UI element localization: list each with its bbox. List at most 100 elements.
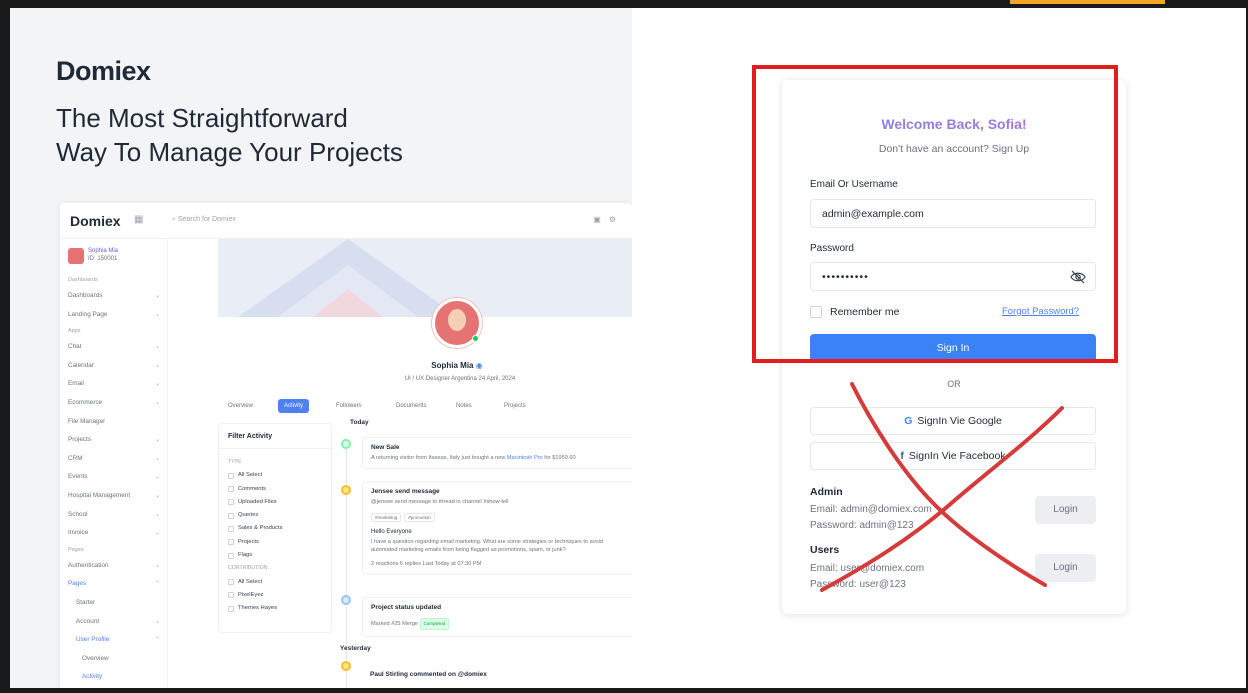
sidebar-item[interactable]: File Manager [68,413,164,432]
sidebar-item[interactable]: Account ⌄ [68,613,164,632]
preview-user-id: ID: 150001 [88,256,118,262]
feed-card-sub: @jensee send message to thread in channe… [371,499,509,505]
filter-option[interactable]: Queries [228,509,328,522]
sidebar-item[interactable]: School ⌄ [68,506,164,525]
sidebar-item[interactable]: Followers [68,687,164,688]
tab-overview[interactable]: Overview [228,399,253,413]
filter-option[interactable]: Projects [228,536,328,549]
google-signin-button[interactable]: G SignIn Vie Google [810,407,1096,435]
sidebar-item[interactable]: Pages ⌃ [68,575,164,594]
filter-checkbox[interactable] [228,605,234,612]
sidebar-item[interactable]: Ecommerce ⌄ [68,394,164,413]
password-field[interactable] [810,262,1096,291]
or-divider: OR [947,379,961,389]
sidebar-item[interactable]: Email ⌄ [68,375,164,394]
preview-search: ⌕ Search for Domiex [172,216,236,224]
sidebar-item[interactable]: Starter [68,594,164,613]
tab-documents[interactable]: Documents [396,399,426,413]
sidebar-item[interactable]: Invoice ⌄ [68,524,164,543]
email-field[interactable] [810,199,1096,228]
admin-email: Email: admin@domiex.com [810,504,932,515]
login-card: Welcome Back, Sofia! Don't have an accou… [782,80,1126,614]
sidebar-item[interactable]: Landing Page ⌄ [68,306,164,325]
admin-login-button[interactable]: Login [1035,496,1096,524]
chevron-icon: ⌄ [154,344,160,351]
filter-checkbox[interactable] [228,592,234,599]
filter-checkbox[interactable] [228,552,234,559]
filter-checkbox[interactable] [228,486,234,493]
forgot-password-link[interactable]: Forgot Password? [1002,306,1079,317]
feed-text-part: for $1959.60 [544,455,576,461]
filter-checkbox[interactable] [228,499,234,506]
sidebar-item[interactable]: Calendar ⌄ [68,357,164,376]
avatar-face [448,309,466,331]
feed-card-body: I have a question regarding email market… [371,539,603,553]
filter-checkbox[interactable] [228,539,234,546]
filter-title: Filter Activity [228,433,273,440]
signup-link[interactable]: Sign Up [992,143,1029,155]
facebook-icon: f [900,450,904,462]
feed-text-part: Marked #25 Merge [371,621,420,627]
sidebar-item[interactable]: Authentication ⌄ [68,557,164,576]
facebook-signin-button[interactable]: f SignIn Vie Facebook [810,442,1096,470]
sidebar-item[interactable]: Events ⌄ [68,468,164,487]
sign-in-button[interactable]: Sign In [810,334,1096,362]
chevron-icon: ⌄ [154,530,160,537]
filter-option[interactable]: All Select [228,576,328,589]
users-login-button[interactable]: Login [1035,554,1096,582]
timeline-dot [341,595,351,605]
sidebar-item-label: Hospital Management [68,491,131,499]
filter-option-label: CONTRIBUTION [228,565,268,572]
filter-checkbox[interactable] [228,512,234,519]
sidebar-item[interactable]: Hospital Management ⌄ [68,487,164,506]
tag-chip: #promotion [404,513,435,522]
feed-text-part: A returning visitor from Itaseas, Italy … [371,455,506,461]
filter-option-label: All Select [238,472,263,479]
remember-me[interactable]: Remember me [810,306,930,320]
sidebar-item-label: Dashboards [68,292,103,299]
chevron-icon: ⌄ [154,293,160,299]
tab-notes[interactable]: Notes [456,399,472,413]
filter-option[interactable]: Sales & Products [228,522,328,535]
filter-option[interactable]: PixelEyez [228,589,328,602]
tab-followers[interactable]: Followers [336,399,362,413]
calendar-icon: ▣ [593,215,609,224]
filter-option[interactable]: Flags [228,549,328,562]
sidebar-item[interactable]: Chat ⌄ [68,338,164,357]
menu-icon: ▦ [134,214,144,225]
feed-card-title: Paul Stirling commented on @domiex [370,671,487,678]
preview-topbar: Domiex ▦ ⌕ Search for Domiex ▣⚙ [60,203,632,239]
sidebar-item[interactable]: Projects ⌄ [68,431,164,450]
email-label: Email Or Username [810,179,898,190]
password-label: Password [810,243,854,254]
preview-sidebar: Sophia Mia ID: 150001 Dashboards Dashboar… [60,239,168,688]
sidebar-item[interactable]: User Profile ⌃ [68,631,164,650]
filter-option[interactable]: All Select [228,469,328,482]
tab-projects[interactable]: Projects [504,399,526,413]
remember-checkbox[interactable] [810,306,822,318]
chevron-icon: ⌄ [154,399,160,406]
filter-checkbox[interactable] [228,525,234,532]
feed-link[interactable]: Macintosh Pro [507,455,543,461]
chevron-icon: ⌄ [154,618,160,625]
sidebar-item[interactable]: CRM ⌄ [68,450,164,469]
sidebar-item-label: Pages [68,546,84,553]
sidebar-item[interactable]: Dashboards ⌄ [68,287,164,306]
admin-password: Password: admin@123 [810,520,914,531]
eye-off-icon[interactable] [1070,270,1086,284]
feed-card-title: Project status updated [371,604,442,611]
sidebar-item[interactable]: Overview [68,650,164,669]
filter-option[interactable]: Comments [228,483,328,496]
feed-card-project: Project status updated Marked #25 Merge … [362,597,632,637]
marketing-panel: Domiex The Most Straightforward Way To M… [10,8,632,688]
filter-checkbox[interactable] [228,579,234,586]
sidebar-item-label: Apps [68,328,81,335]
filter-option[interactable]: Themes Hayes [228,602,328,615]
chevron-icon: ⌄ [154,511,160,518]
filter-checkbox[interactable] [228,472,234,479]
filter-option[interactable]: Uploaded Files [228,496,328,509]
sidebar-item[interactable]: Activity [68,668,164,687]
remember-label: Remember me [830,306,900,318]
filter-option-label: PixelEyez [238,591,264,598]
tab-activity[interactable]: Activity [278,399,310,413]
